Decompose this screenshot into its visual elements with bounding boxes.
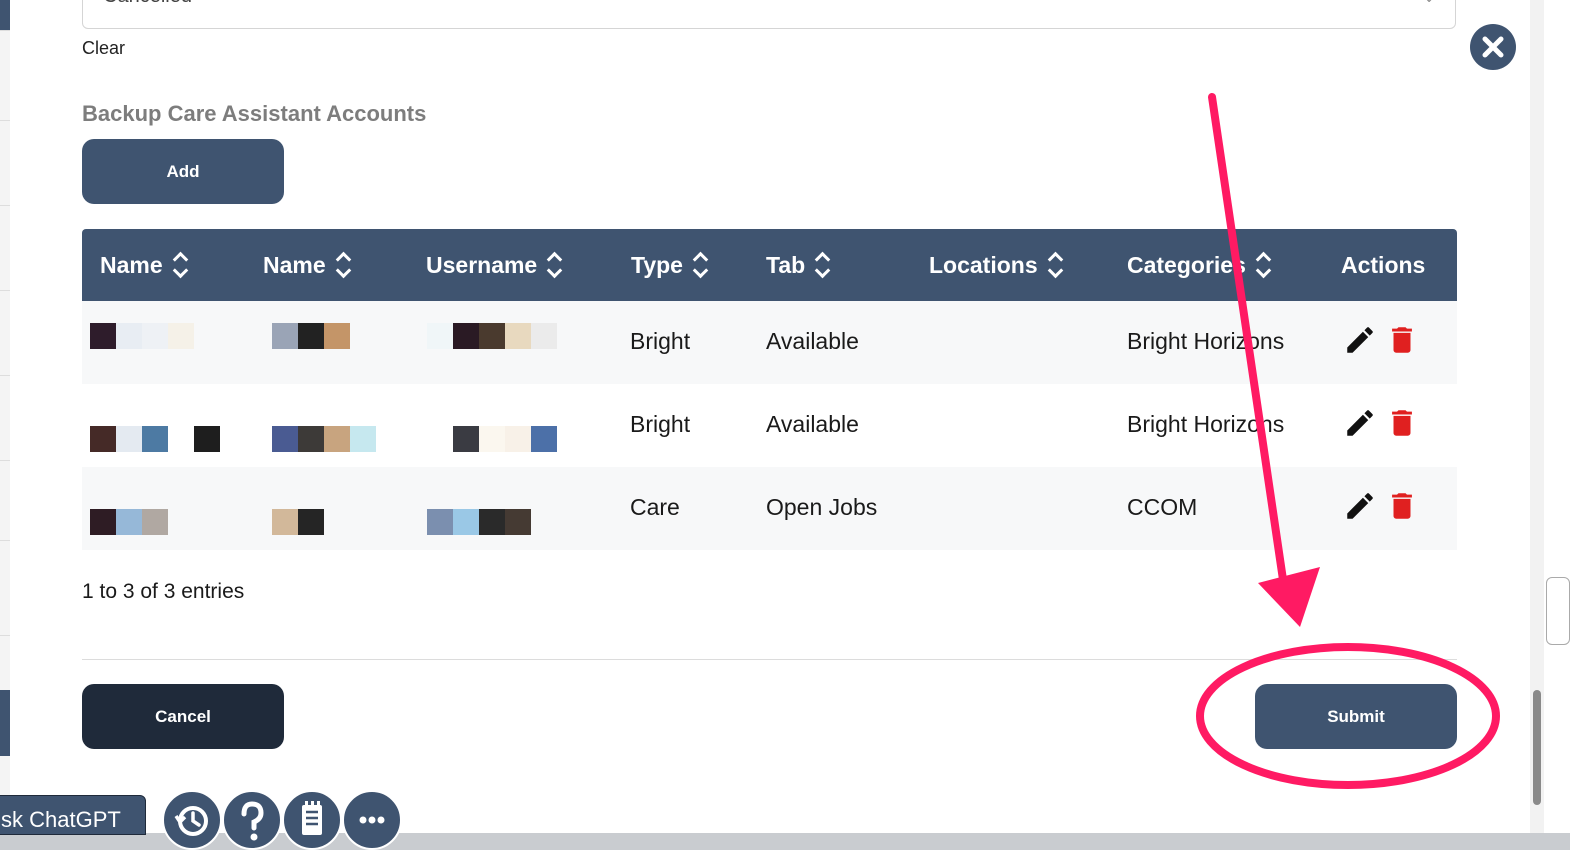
redacted-username [427,509,531,535]
scrollbar-thumb[interactable] [1533,690,1541,805]
column-header-type[interactable]: Type [631,229,707,301]
accounts-table: Name Name Username Type Tab Locations Ca… [82,229,1457,550]
status-select[interactable]: Cancelled ⌄ [82,0,1456,29]
column-header-label: Locations [929,251,1038,278]
section-title: Backup Care Assistant Accounts [82,101,427,126]
chevron-down-icon: ⌄ [1423,0,1435,6]
sort-icon [693,250,707,280]
cell-type: Bright [630,328,691,354]
history-icon[interactable] [162,790,222,850]
column-header-actions: Actions [1341,229,1425,301]
status-select-value: Cancelled [103,0,192,8]
background-row [0,205,10,291]
help-icon[interactable] [222,790,282,850]
redacted-username [427,426,557,452]
background-badge [0,690,10,756]
entries-count: 1 to 3 of 3 entries [82,580,245,603]
notes-icon[interactable] [282,790,342,850]
background-row [0,120,10,206]
footer-divider [82,659,1457,660]
ask-chatgpt-button[interactable]: sk ChatGPT [0,795,146,835]
column-header-label: Name [100,251,163,278]
edit-icon[interactable] [1343,323,1377,357]
column-header-label: Name [263,251,326,278]
column-header-label: Username [426,251,538,278]
redacted-username [427,323,557,349]
table-row: Bright Available Bright Horizons [82,301,1457,384]
column-header-label: Type [631,251,683,278]
more-icon[interactable] [342,790,402,850]
clear-link[interactable]: Clear [82,38,125,59]
column-header-name-2[interactable]: Name [263,229,350,301]
cell-category: Bright Horizons [1127,411,1285,437]
sort-icon [336,250,350,280]
table-row: Bright Available Bright Horizons [82,384,1457,467]
redacted-name [90,323,194,349]
cell-tab: Available [766,411,859,437]
column-header-label: Tab [766,251,806,278]
cell-category: CCOM [1127,494,1198,520]
redacted-name [272,323,350,349]
cell-type: Bright [630,411,691,437]
background-row [0,290,10,376]
edit-icon[interactable] [1343,406,1377,440]
add-button[interactable]: Add [82,139,284,204]
cancel-button[interactable]: Cancel [82,684,284,749]
sort-icon [1048,250,1062,280]
redacted-name [90,426,220,452]
redacted-name [90,509,168,535]
background-row [0,540,10,636]
delete-icon[interactable] [1385,323,1419,357]
sort-icon [1256,250,1270,280]
sort-icon [815,250,829,280]
cell-type: Care [630,494,680,520]
column-header-label: Actions [1341,251,1426,278]
column-header-categories[interactable]: Categories [1127,229,1270,301]
column-header-name[interactable]: Name [100,229,187,301]
column-header-locations[interactable]: Locations [929,229,1062,301]
sort-icon [547,250,561,280]
redacted-name [272,509,324,535]
background-page-left [0,0,10,833]
sort-icon [173,250,187,280]
background-row [0,375,10,461]
table-row: Care Open Jobs CCOM [82,467,1457,550]
column-header-label: Categories [1127,251,1246,278]
background-row [0,460,10,541]
close-icon[interactable] [1470,24,1516,70]
background-header-strip [0,0,10,30]
cell-tab: Available [766,328,859,354]
background-button [1546,577,1570,645]
delete-icon[interactable] [1385,489,1419,523]
background-row [0,30,10,121]
cell-category: Bright Horizons [1127,328,1285,354]
cell-tab: Open Jobs [766,494,878,520]
delete-icon[interactable] [1385,406,1419,440]
edit-icon[interactable] [1343,489,1377,523]
table-header: Name Name Username Type Tab Locations Ca… [82,229,1457,301]
redacted-name [272,426,376,452]
column-header-tab[interactable]: Tab [766,229,829,301]
column-header-username[interactable]: Username [426,229,561,301]
submit-button[interactable]: Submit [1255,684,1457,749]
